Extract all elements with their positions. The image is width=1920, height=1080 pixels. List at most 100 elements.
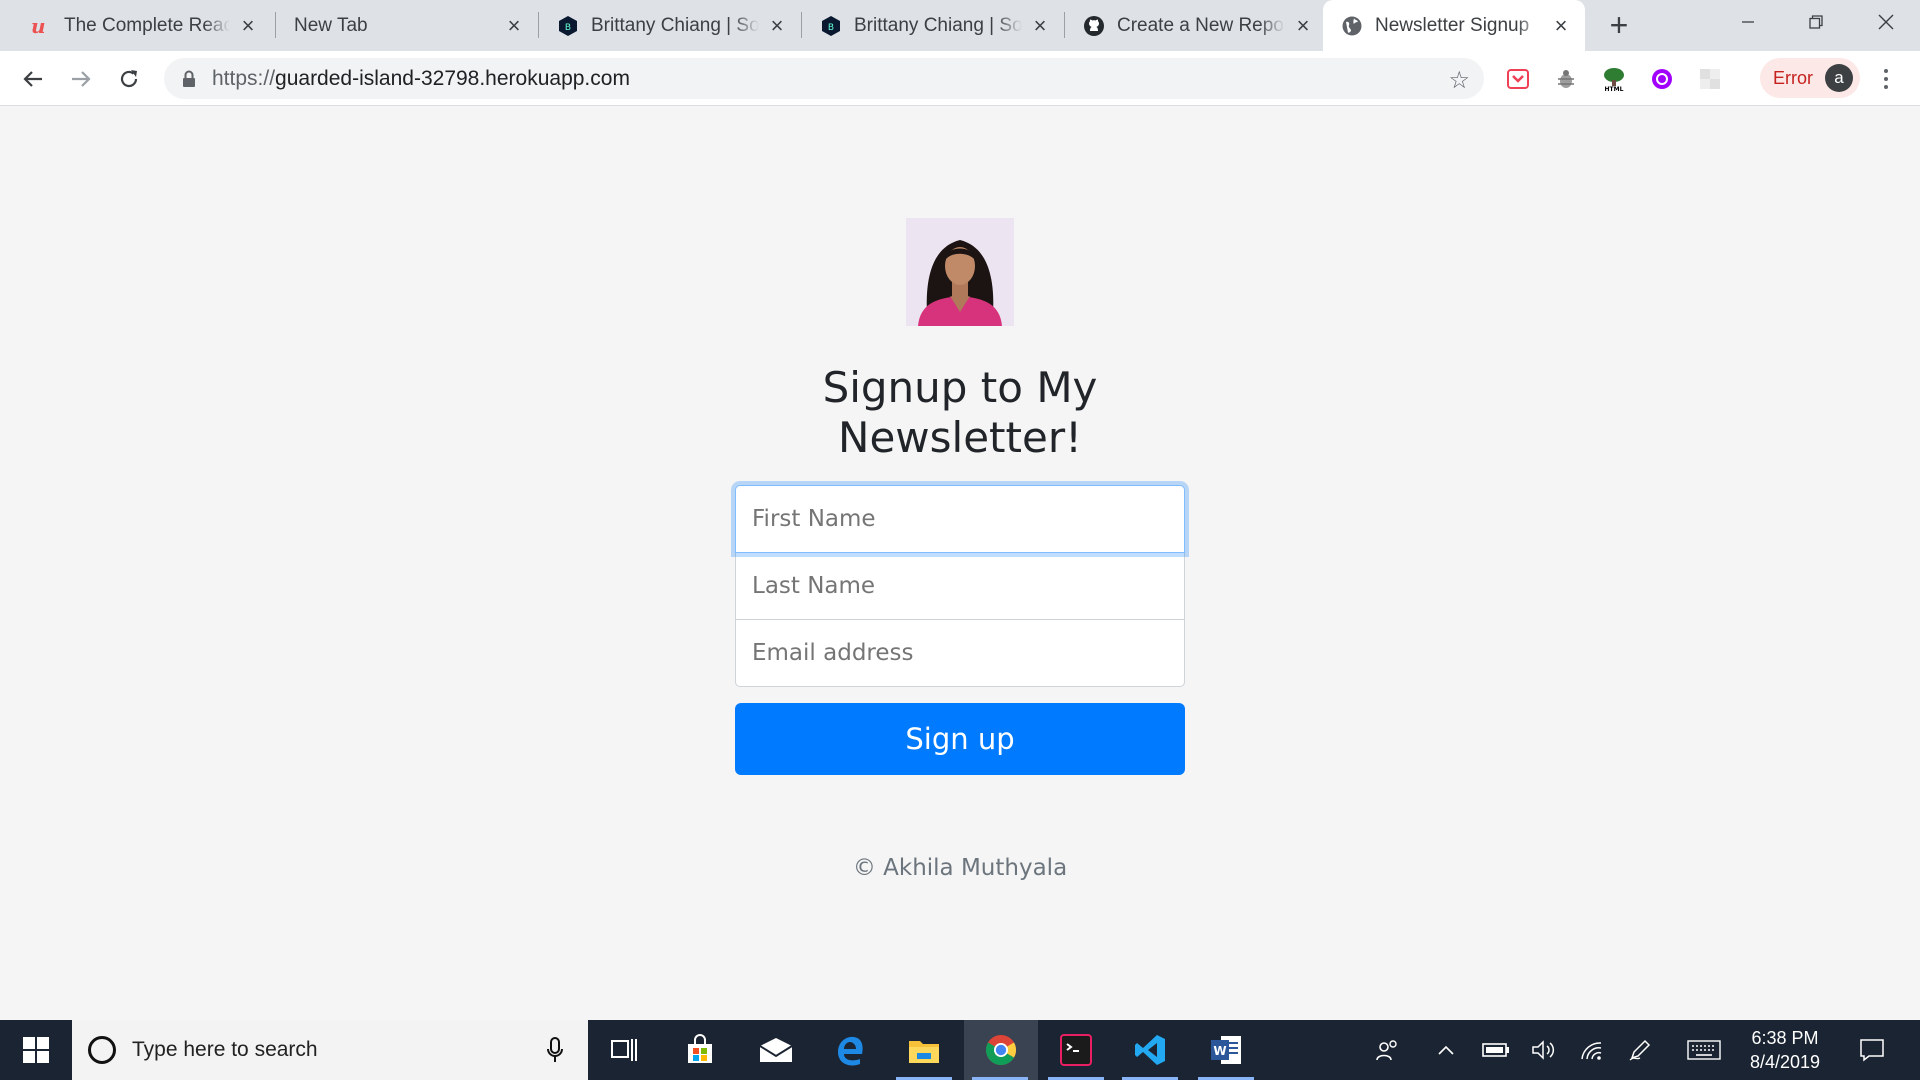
last-name-input[interactable] bbox=[735, 552, 1185, 620]
close-tab-icon[interactable]: × bbox=[504, 13, 524, 38]
svg-text:B: B bbox=[828, 23, 834, 33]
task-view-button[interactable] bbox=[588, 1020, 660, 1080]
close-tab-icon[interactable]: × bbox=[1551, 13, 1571, 38]
cortana-icon bbox=[88, 1036, 116, 1064]
wifi-icon[interactable] bbox=[1576, 1020, 1608, 1080]
new-tab-button[interactable]: + bbox=[1604, 7, 1634, 43]
forward-arrow-icon bbox=[72, 71, 91, 87]
reload-button[interactable] bbox=[112, 62, 146, 96]
minimize-button[interactable] bbox=[1714, 0, 1782, 44]
taskbar-word[interactable]: W bbox=[1190, 1020, 1262, 1080]
clock-time: 6:38 PM bbox=[1751, 1028, 1819, 1048]
tab-title: Brittany Chiang | Soft bbox=[854, 14, 1022, 37]
tab-strip: u The Complete React × New Tab × B Britt… bbox=[0, 0, 1920, 51]
page-title: Signup to My Newsletter! bbox=[822, 363, 1098, 462]
lock-icon bbox=[183, 70, 195, 87]
pen-workspace-icon[interactable] bbox=[1624, 1020, 1656, 1080]
back-button[interactable] bbox=[16, 62, 50, 96]
taskbar-mail[interactable] bbox=[740, 1020, 812, 1080]
vscode-icon bbox=[1135, 1035, 1165, 1065]
svg-text:W: W bbox=[1213, 1044, 1226, 1058]
restore-button[interactable] bbox=[1782, 0, 1850, 44]
udemy-icon: u bbox=[30, 15, 52, 37]
close-window-button[interactable] bbox=[1852, 0, 1920, 44]
svg-text:u: u bbox=[31, 15, 46, 37]
signup-button[interactable]: Sign up bbox=[735, 703, 1185, 775]
url-text: https://guarded-island-32798.herokuapp.c… bbox=[212, 67, 630, 90]
signup-form: Sign up bbox=[735, 485, 1185, 775]
profile-photo bbox=[906, 218, 1014, 326]
people-icon[interactable] bbox=[1370, 1020, 1406, 1080]
taskbar-chrome[interactable] bbox=[964, 1020, 1038, 1080]
purple-extension-icon[interactable] bbox=[1648, 65, 1676, 93]
tab-brittany-1[interactable]: B Brittany Chiang | Soft × bbox=[539, 0, 801, 51]
forward-button[interactable] bbox=[64, 62, 98, 96]
profile-error-button[interactable]: Error a bbox=[1760, 58, 1860, 98]
close-tab-icon[interactable]: × bbox=[1293, 13, 1313, 38]
taskbar-vscode[interactable] bbox=[1114, 1020, 1186, 1080]
taskbar-file-explorer[interactable] bbox=[888, 1020, 960, 1080]
tab-title: Create a New Reposi bbox=[1117, 14, 1285, 37]
close-tab-icon[interactable]: × bbox=[238, 13, 258, 38]
back-arrow-icon bbox=[23, 71, 42, 87]
tab-title: Brittany Chiang | Soft bbox=[591, 14, 759, 37]
tab-new-tab[interactable]: New Tab × bbox=[276, 0, 538, 51]
github-icon bbox=[1083, 15, 1105, 37]
profile-status: Error bbox=[1773, 68, 1813, 88]
html-tree-extension-icon[interactable]: HTML bbox=[1600, 65, 1628, 93]
task-view-icon bbox=[611, 1039, 637, 1061]
folder-icon bbox=[909, 1041, 939, 1063]
tab-title: Newsletter Signup bbox=[1375, 14, 1543, 37]
profile-avatar: a bbox=[1825, 64, 1853, 92]
system-clock[interactable]: 6:38 PM 8/4/2019 bbox=[1730, 1026, 1840, 1074]
store-icon bbox=[688, 1034, 712, 1063]
brittany-logo-icon: B bbox=[557, 15, 579, 37]
show-hidden-icons-chevron-icon[interactable] bbox=[1432, 1020, 1460, 1080]
tab-title: The Complete React bbox=[64, 14, 230, 37]
bookmark-star-icon[interactable]: ☆ bbox=[1448, 66, 1470, 95]
volume-icon[interactable] bbox=[1528, 1020, 1560, 1080]
terminal-icon bbox=[1060, 1034, 1092, 1066]
chrome-icon bbox=[985, 1035, 1017, 1066]
taskbar-edge[interactable] bbox=[814, 1020, 886, 1080]
email-input[interactable] bbox=[735, 619, 1185, 687]
first-name-input[interactable] bbox=[735, 485, 1185, 553]
search-placeholder: Type here to search bbox=[132, 1038, 318, 1061]
globe-icon bbox=[1341, 15, 1363, 37]
grid-extension-icon[interactable] bbox=[1696, 65, 1724, 93]
taskbar-search-box[interactable]: Type here to search bbox=[72, 1020, 588, 1080]
reload-icon bbox=[120, 70, 138, 88]
battery-icon[interactable] bbox=[1480, 1020, 1512, 1080]
word-icon: W bbox=[1211, 1036, 1241, 1064]
chrome-menu-icon[interactable] bbox=[1876, 65, 1896, 93]
restore-icon bbox=[1809, 15, 1823, 29]
tab-title: New Tab bbox=[294, 14, 496, 37]
clock-date: 8/4/2019 bbox=[1749, 1052, 1821, 1072]
svg-text:B: B bbox=[565, 23, 571, 33]
page-content: Signup to My Newsletter! Sign up © Akhil… bbox=[0, 107, 1920, 1020]
minimize-icon bbox=[1742, 21, 1754, 23]
tab-udemy[interactable]: u The Complete React × bbox=[12, 0, 272, 51]
copyright-footer: © Akhila Muthyala bbox=[852, 855, 1068, 881]
address-bar[interactable]: https://guarded-island-32798.herokuapp.c… bbox=[164, 58, 1484, 99]
tab-brittany-2[interactable]: B Brittany Chiang | Soft × bbox=[802, 0, 1064, 51]
close-tab-icon[interactable]: × bbox=[1030, 13, 1050, 38]
taskbar-store[interactable] bbox=[664, 1020, 736, 1080]
microphone-icon[interactable] bbox=[546, 1036, 564, 1064]
mail-icon bbox=[759, 1038, 793, 1062]
touch-keyboard-icon[interactable] bbox=[1684, 1020, 1724, 1080]
close-icon bbox=[1878, 14, 1894, 30]
taskbar-terminal[interactable] bbox=[1040, 1020, 1112, 1080]
tab-github[interactable]: Create a New Reposi × bbox=[1065, 0, 1327, 51]
brittany-logo-icon: B bbox=[820, 15, 842, 37]
pocket-extension-icon[interactable] bbox=[1504, 65, 1532, 93]
browser-toolbar: https://guarded-island-32798.herokuapp.c… bbox=[0, 51, 1920, 106]
bug-extension-icon[interactable] bbox=[1552, 65, 1580, 93]
action-center-icon[interactable] bbox=[1852, 1020, 1892, 1080]
windows-taskbar: Type here to search W 6:38 PM 8/4/2019 bbox=[0, 1020, 1920, 1080]
tab-newsletter-signup[interactable]: Newsletter Signup × bbox=[1323, 0, 1585, 51]
windows-logo-icon bbox=[23, 1037, 49, 1063]
svg-text:HTML: HTML bbox=[1605, 86, 1624, 92]
start-button[interactable] bbox=[0, 1020, 72, 1080]
close-tab-icon[interactable]: × bbox=[767, 13, 787, 38]
